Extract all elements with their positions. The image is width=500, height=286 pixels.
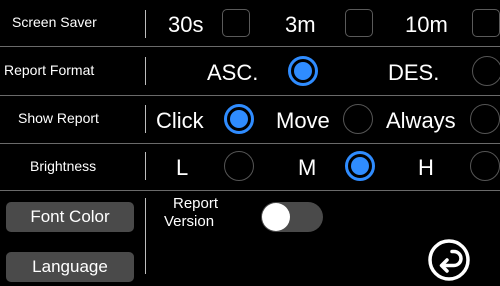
column-separator bbox=[145, 198, 146, 274]
font-color-button[interactable]: Font Color bbox=[6, 202, 134, 232]
show-report-move-radio[interactable] bbox=[343, 104, 373, 134]
brightness-medium-label: M bbox=[298, 155, 317, 180]
return-arrow-icon[interactable] bbox=[427, 238, 471, 282]
show-report-always-label: Always bbox=[386, 108, 456, 133]
report-format-label: Report Format bbox=[4, 62, 95, 78]
column-separator bbox=[145, 152, 146, 180]
brightness-label: Brightness bbox=[30, 158, 97, 174]
report-version-label-line2: Version bbox=[164, 213, 215, 230]
report-format-asc-radio[interactable] bbox=[288, 56, 318, 86]
brightness-high-label: H bbox=[418, 155, 434, 180]
toggle-knob bbox=[262, 203, 290, 231]
screen-saver-3m-label: 3m bbox=[285, 12, 316, 37]
report-format-des-radio[interactable] bbox=[472, 56, 500, 86]
show-report-always-radio[interactable] bbox=[470, 104, 500, 134]
show-report-click-label: Click bbox=[156, 108, 204, 133]
column-separator bbox=[145, 10, 146, 38]
row-divider bbox=[0, 143, 500, 144]
report-version-toggle[interactable] bbox=[261, 202, 323, 232]
brightness-low-radio[interactable] bbox=[224, 151, 254, 181]
show-report-label: Show Report bbox=[18, 110, 99, 126]
row-divider bbox=[0, 46, 500, 47]
row-divider bbox=[0, 190, 500, 191]
screen-saver-10m-label: 10m bbox=[405, 12, 448, 37]
brightness-medium-radio[interactable] bbox=[345, 151, 375, 181]
screen-saver-30s-checkbox[interactable] bbox=[222, 9, 250, 37]
language-button[interactable]: Language bbox=[6, 252, 134, 282]
screen-saver-label: Screen Saver bbox=[12, 14, 97, 30]
screen-saver-3m-checkbox[interactable] bbox=[345, 9, 373, 37]
brightness-low-label: L bbox=[176, 155, 189, 180]
report-version-label-line1: Report bbox=[173, 195, 219, 212]
show-report-move-label: Move bbox=[276, 108, 330, 133]
screen-saver-10m-checkbox[interactable] bbox=[472, 9, 500, 37]
show-report-click-radio[interactable] bbox=[224, 104, 254, 134]
screen-saver-30s-label: 30s bbox=[168, 12, 204, 37]
row-divider bbox=[0, 95, 500, 96]
brightness-high-radio[interactable] bbox=[470, 151, 500, 181]
column-separator bbox=[145, 105, 146, 133]
column-separator bbox=[145, 57, 146, 85]
settings-screen: Screen Saver 30s 3m 10m Report Format AS… bbox=[0, 0, 500, 286]
report-format-asc-label: ASC. bbox=[207, 60, 259, 85]
report-format-des-label: DES. bbox=[388, 60, 440, 85]
